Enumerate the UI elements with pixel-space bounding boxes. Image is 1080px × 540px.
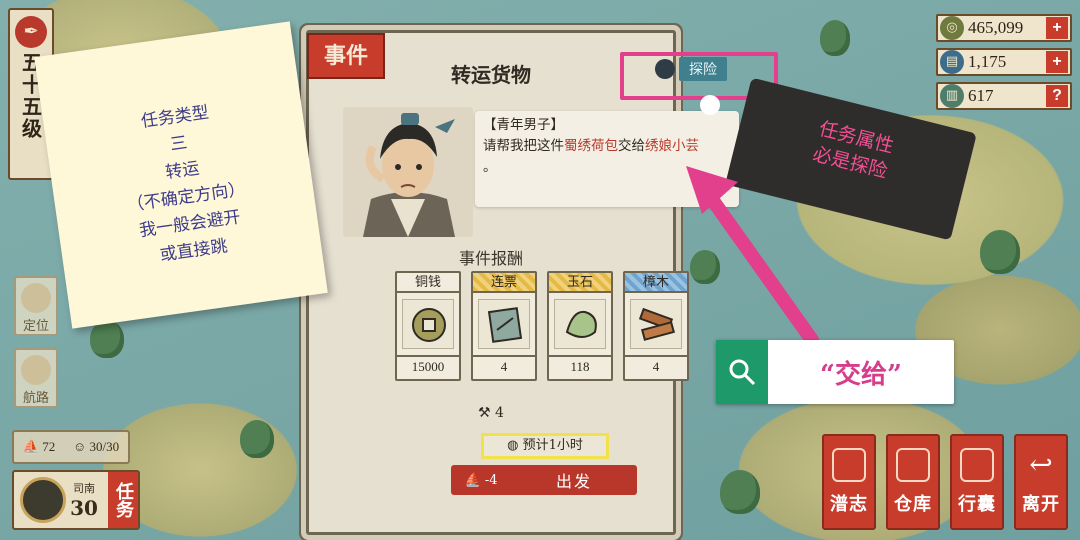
crew-count: ☺ 30/30	[72, 439, 120, 454]
event-panel: 事件 转运货物 探险 【青年男子】 请帮我把这件蜀绣荷包交给绣娘小芸 。 事件报…	[306, 30, 739, 535]
journal-icon	[832, 448, 866, 482]
map-tree	[240, 420, 274, 458]
jade-icon	[554, 299, 606, 349]
player-emblem-icon: ✒	[15, 16, 47, 48]
ship-count: ⛵ 72	[22, 439, 56, 454]
required-people: ⚒ 4	[478, 405, 504, 421]
depart-label: 出发	[555, 472, 592, 491]
add-banknote-button[interactable]: +	[1046, 51, 1068, 73]
event-title: 转运货物	[451, 63, 531, 87]
warehouse-icon	[896, 448, 930, 482]
fleet-stats: ⛵ 72 ☺ 30/30	[12, 430, 130, 464]
task-panel[interactable]: 司南 30 任务	[12, 470, 140, 530]
resource-value: 617	[968, 86, 994, 105]
pointer-dot	[700, 95, 720, 115]
resource-value: 465,099	[968, 18, 1024, 37]
wood-icon	[630, 299, 682, 349]
route-label: 航路	[22, 391, 49, 406]
leave-button[interactable]: ↩ 离开	[1014, 434, 1068, 530]
compass-icon	[20, 477, 66, 523]
clock-icon: ◍	[507, 438, 519, 453]
worker-icon: ⚒	[478, 405, 491, 421]
task-button[interactable]: 任务	[108, 472, 138, 528]
resource-book: ▥ 617 ?	[936, 82, 1072, 110]
add-copper-button[interactable]: +	[1046, 17, 1068, 39]
locate-icon	[21, 283, 51, 313]
bag-icon	[960, 448, 994, 482]
annotation-arrow	[686, 166, 819, 347]
reward-card-ticket[interactable]: 连票 4	[471, 271, 537, 381]
book-icon: ▥	[940, 84, 964, 108]
depart-cost: ⛵ -4	[464, 472, 498, 488]
map-tree	[90, 320, 124, 358]
reward-card-copper[interactable]: 铜钱 15000	[395, 271, 461, 381]
back-arrow-icon: ↩	[1029, 448, 1053, 481]
coin-icon	[402, 299, 454, 349]
warehouse-button[interactable]: 仓库	[886, 434, 940, 530]
depart-button[interactable]: ⛵ -4 出发	[451, 465, 637, 495]
search-icon	[716, 340, 768, 404]
target-name: 绣娘小芸	[645, 138, 699, 154]
rewards-title: 事件报酬	[458, 249, 523, 268]
speaker-name: 【青年男子】	[483, 117, 564, 133]
ticket-icon	[478, 299, 530, 349]
item-name: 蜀绣荷包	[564, 138, 618, 154]
bag-button[interactable]: 行囊	[950, 434, 1004, 530]
map-tree	[820, 20, 850, 56]
search-query: “交给”	[820, 359, 902, 390]
locate-label: 定位	[22, 319, 49, 334]
game-screen: ✒ 五十五级 ◎ 465,099 + ▤ 1,175 + ▥ 617 ? 定位 …	[0, 0, 1080, 540]
banknote-icon: ▤	[940, 50, 964, 74]
journal-button[interactable]: 潽志	[822, 434, 876, 530]
eta-box: ◍ 预计1小时	[481, 433, 609, 459]
resource-copper: ◎ 465,099 +	[936, 14, 1072, 42]
resource-value: 1,175	[968, 52, 1007, 71]
resource-banknote: ▤ 1,175 +	[936, 48, 1072, 76]
compass-level: 司南 30	[70, 482, 98, 520]
map-tree	[980, 230, 1020, 274]
route-button[interactable]: 航路	[14, 348, 58, 408]
reward-card-jade[interactable]: 玉石 118	[547, 271, 613, 381]
route-icon	[21, 355, 51, 385]
search-annotation: “交给”	[716, 340, 954, 404]
locate-button[interactable]: 定位	[14, 276, 58, 336]
map-tree	[720, 470, 760, 514]
sticky-note: 任务类型 三 转运 （不确定方向） 我一般会避开 或直接跳	[34, 21, 328, 329]
npc-portrait	[343, 107, 473, 237]
dialog-text: 请帮我把这件蜀绣荷包交给绣娘小芸	[483, 138, 699, 154]
book-help-button[interactable]: ?	[1046, 85, 1068, 107]
copper-coin-icon: ◎	[940, 16, 964, 40]
